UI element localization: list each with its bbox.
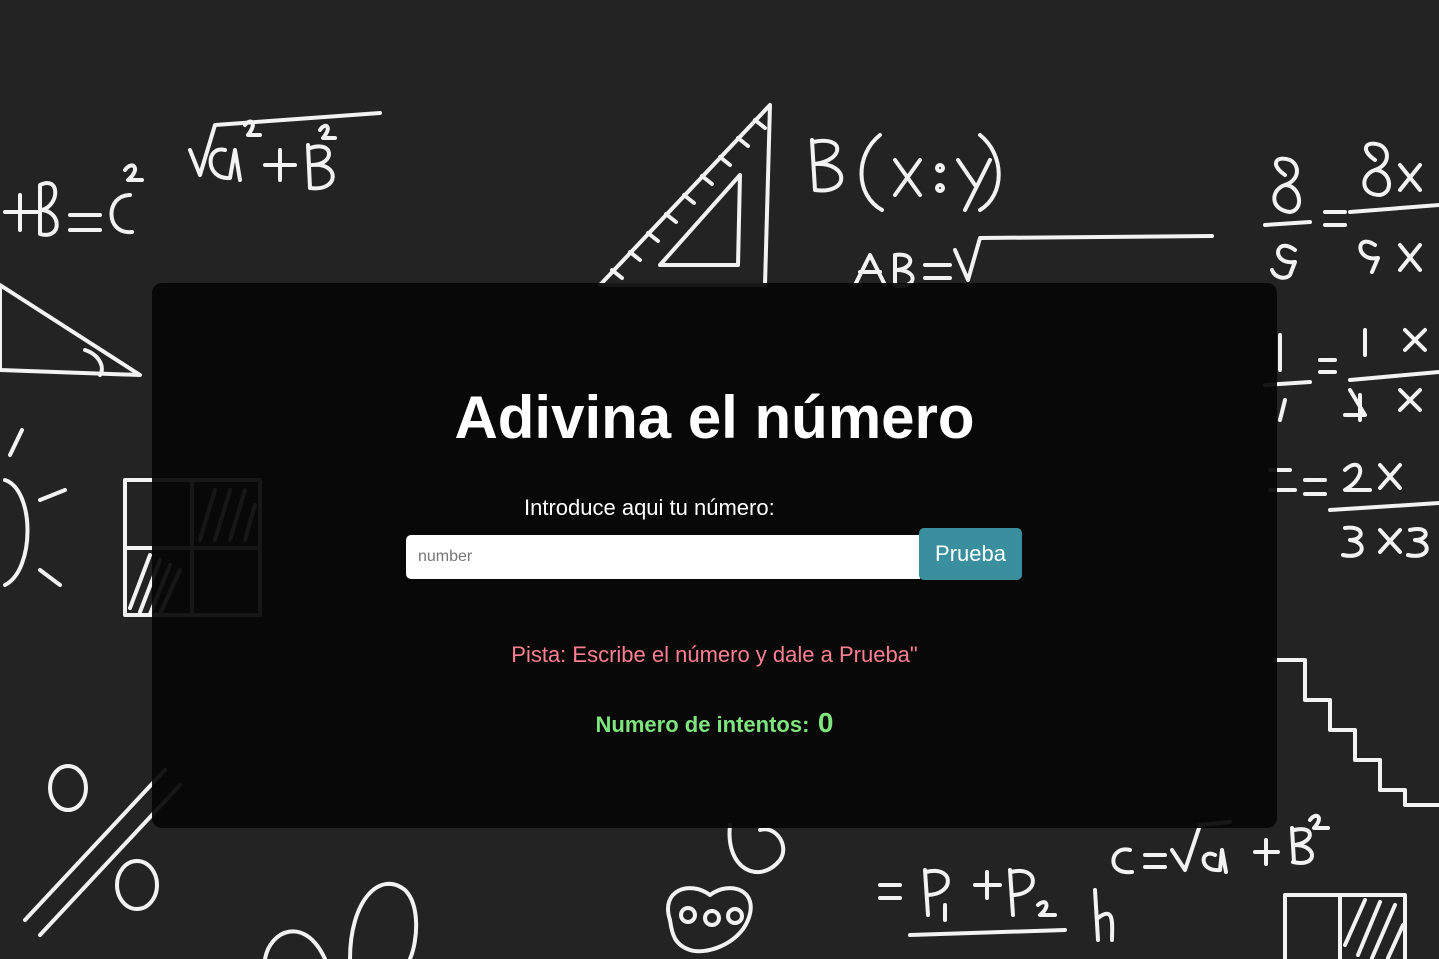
attempts-label: Numero de intentos: bbox=[595, 712, 810, 737]
hint-message: Pista: Escribe el número y dale a Prueba… bbox=[511, 642, 918, 667]
attempts-count: 0 bbox=[817, 707, 834, 738]
number-input[interactable] bbox=[406, 535, 920, 579]
number-input-label: Introduce aqui tu número: bbox=[524, 495, 775, 520]
game-panel: Adivina el número Introduce aqui tu núme… bbox=[152, 283, 1277, 828]
page-title: Adivina el número bbox=[454, 384, 975, 451]
prueba-button[interactable]: Prueba bbox=[919, 528, 1022, 580]
attempts-counter: Numero de intentos: 0 bbox=[152, 707, 1277, 739]
